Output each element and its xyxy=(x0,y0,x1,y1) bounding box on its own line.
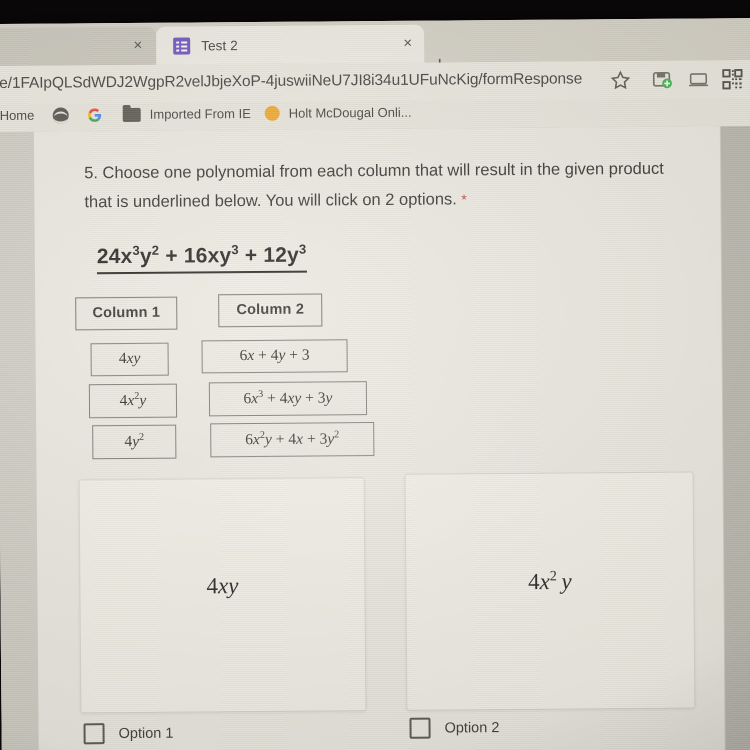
option-1-expression: 4xy xyxy=(206,572,239,599)
option-1-row[interactable]: Option 1 xyxy=(83,723,173,745)
question-body: 5. Choose one polynomial from each colum… xyxy=(84,159,664,212)
column-1-item-2: 4x2y xyxy=(88,383,178,419)
tab-inactive[interactable]: × xyxy=(0,26,157,68)
option-2-image-tile[interactable]: 4x2 y xyxy=(404,471,696,711)
column-2-header: Column 2 xyxy=(218,293,323,328)
cast-icon[interactable] xyxy=(687,68,709,90)
bookmark-label: - Home xyxy=(0,107,35,123)
column-1-header: Column 1 xyxy=(75,296,178,331)
tab-close-icon[interactable]: × xyxy=(133,37,142,54)
photographed-screen: × Test 2 × + d/e/1FAIpQLSdWDJ2WgpR2velJb… xyxy=(0,0,750,750)
bookmark-imported-from-ie[interactable]: Imported From IE xyxy=(122,106,251,122)
bookmark-globe[interactable] xyxy=(52,107,69,124)
required-marker: * xyxy=(461,191,467,208)
page-right-gutter xyxy=(720,126,750,750)
bookmark-label: Holt McDougal Onli... xyxy=(288,104,412,121)
google-icon xyxy=(87,107,103,123)
option-1-checkbox[interactable] xyxy=(83,723,105,745)
tab-test-2[interactable]: Test 2 × xyxy=(156,24,425,65)
orange-dot-icon xyxy=(264,105,280,121)
star-icon[interactable] xyxy=(609,69,631,91)
given-product-expression: 24x3y2 + 16xy3 + 12y3 xyxy=(96,241,307,275)
browser-window: × Test 2 × + d/e/1FAIpQLSdWDJ2WgpR2velJb… xyxy=(0,18,750,750)
bookmark-label: Imported From IE xyxy=(149,106,251,122)
option-2-checkbox[interactable] xyxy=(409,717,431,739)
question-text: 5. Choose one polynomial from each colum… xyxy=(84,155,694,218)
option-1-label: Option 1 xyxy=(118,725,174,742)
option-2-label: Option 2 xyxy=(444,719,500,736)
option-2-expression: 4x2 y xyxy=(527,568,572,595)
column-2-item-1: 6x + 4y + 3 xyxy=(201,339,348,374)
tab-title: Test 2 xyxy=(201,37,238,53)
column-2-item-2: 6x3 + 4xy + 3y xyxy=(208,381,368,417)
tab-close-icon[interactable]: × xyxy=(403,35,412,52)
save-to-drive-icon[interactable] xyxy=(651,69,673,91)
bookmark-google[interactable] xyxy=(87,107,103,123)
column-1-item-1: 4xy xyxy=(90,342,169,377)
page-viewport: 5. Choose one polynomial from each colum… xyxy=(0,126,750,750)
column-1-item-3: 4y2 xyxy=(92,424,177,460)
column-2-item-3: 6x2y + 4x + 3y2 xyxy=(210,422,375,458)
form-question-card: 5. Choose one polynomial from each colum… xyxy=(33,126,726,750)
bookmark-holt-mcdougal[interactable]: Holt McDougal Onli... xyxy=(264,104,412,121)
option-2-row[interactable]: Option 2 xyxy=(409,717,499,739)
option-1-image-tile[interactable]: 4xy xyxy=(78,477,367,714)
google-forms-icon xyxy=(173,36,191,55)
omnibox-row: d/e/1FAIpQLSdWDJ2WgpR2velJbjeXoP-4juswii… xyxy=(0,60,750,104)
folder-icon xyxy=(122,107,141,122)
qr-code-icon[interactable] xyxy=(721,68,743,90)
address-bar-url[interactable]: d/e/1FAIpQLSdWDJ2WgpR2velJbjeXoP-4juswii… xyxy=(0,70,582,93)
bookmark-home[interactable]: - Home xyxy=(0,108,34,123)
globe-icon xyxy=(52,107,69,124)
tab-strip: × Test 2 × + xyxy=(0,18,750,77)
